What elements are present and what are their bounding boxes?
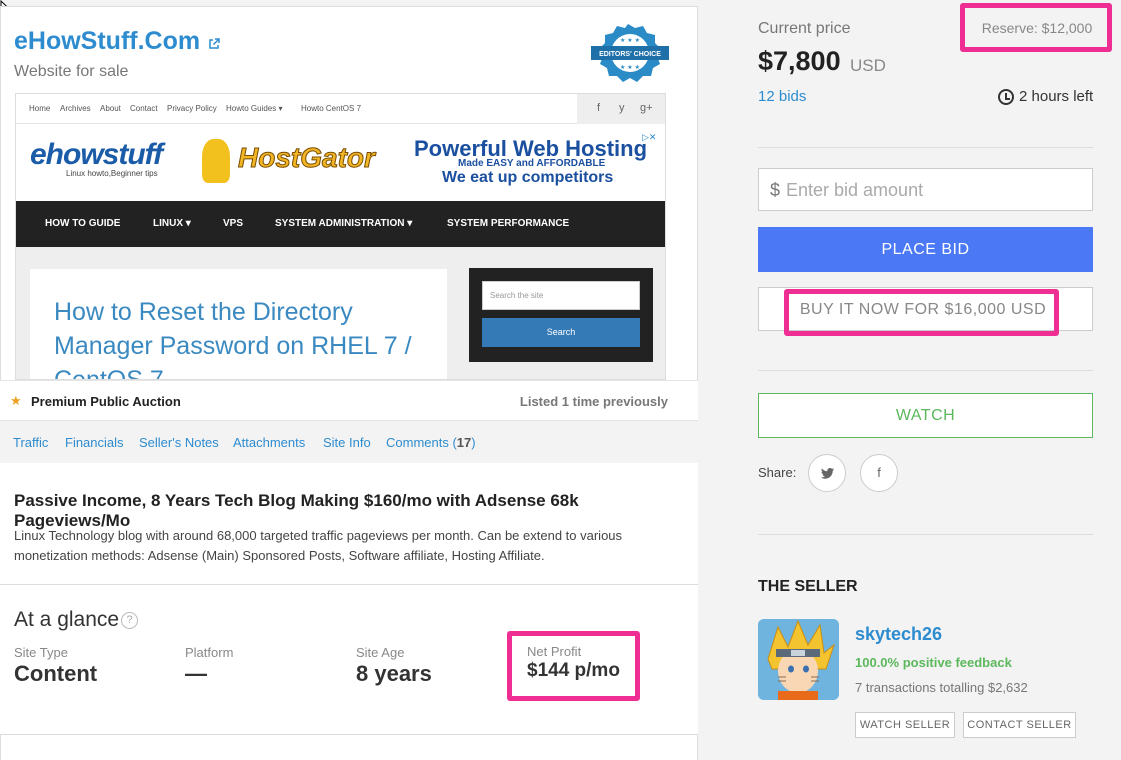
price-currency: USD [850, 56, 886, 75]
external-link-icon[interactable] [208, 38, 220, 50]
star-icon: ★ [10, 393, 22, 408]
site-preview-image[interactable]: Home Archives About Contact Privacy Poli… [15, 93, 666, 380]
divider [758, 370, 1093, 371]
share-label: Share: [758, 465, 797, 480]
preview-banner: ehowstuff Linux howto,Beginner tips Host… [16, 124, 665, 201]
tab-sellers-notes[interactable]: Seller's Notes [139, 435, 219, 450]
preview-top-nav: Home Archives About Contact Privacy Poli… [16, 94, 665, 124]
clock-icon [998, 89, 1014, 105]
platform-value: — [185, 661, 207, 686]
site-type-value: Content [14, 661, 98, 686]
tab-traffic[interactable]: Traffic [13, 435, 48, 450]
site-type-label: Site Type [14, 645, 68, 660]
listing-description: Linux Technology blog with around 68,000… [14, 528, 623, 563]
reserve-highlight [960, 3, 1112, 52]
editors-choice-badge-icon: EDITORS' CHOICE ★ ★ ★ ★ ★ ★ [591, 24, 669, 82]
listing-description-section: Passive Income, 8 Years Tech Blog Making… [0, 463, 698, 585]
facebook-share-icon[interactable]: f [860, 454, 898, 492]
site-age-label: Site Age [356, 645, 405, 660]
platform-label: Platform [185, 645, 234, 660]
divider [758, 147, 1093, 148]
svg-text:★ ★ ★: ★ ★ ★ [620, 37, 640, 44]
help-icon[interactable]: ? [121, 612, 138, 629]
badge-text: EDITORS' CHOICE [599, 51, 661, 58]
contact-seller-button[interactable]: CONTACT SELLER [963, 712, 1076, 738]
buy-now-highlight [784, 289, 1059, 336]
dollar-sign: $ [770, 180, 781, 200]
net-profit-highlight [507, 631, 640, 701]
listing-subtitle: Website for sale [14, 63, 129, 80]
listed-previously: Listed 1 time previously [519, 394, 668, 409]
divider [758, 534, 1093, 535]
seller-feedback: 100.0% positive feedback [855, 655, 1012, 670]
tab-site-info[interactable]: Site Info [323, 435, 371, 450]
current-price-label: Current price [758, 20, 851, 37]
place-bid-button[interactable]: PLACE BID [758, 227, 1093, 272]
bids-link[interactable]: 12 bids [758, 88, 806, 105]
time-left: 2 hours left [1019, 88, 1094, 105]
tab-financials[interactable]: Financials [65, 435, 124, 450]
listing-tabs: Traffic Financials Seller's Notes Attach… [0, 421, 698, 463]
site-title-link[interactable]: eHowStuff.Com [14, 27, 200, 56]
svg-text:★ ★ ★: ★ ★ ★ [620, 64, 640, 71]
auction-type: Premium Public Auction [31, 394, 181, 409]
watch-seller-button[interactable]: WATCH SELLER [855, 712, 955, 738]
glance-title: At a glance [14, 608, 120, 631]
seller-avatar[interactable] [758, 619, 839, 700]
current-price: $7,800 [758, 46, 841, 76]
seller-name-link[interactable]: skytech26 [855, 624, 942, 645]
listing-title: Passive Income, 8 Years Tech Blog Making… [14, 491, 579, 530]
auction-info-row: ★ Premium Public Auction Listed 1 time p… [0, 380, 698, 421]
twitter-share-icon[interactable] [808, 454, 846, 492]
seller-heading: THE SELLER [758, 578, 858, 595]
site-age-value: 8 years [356, 661, 432, 686]
bid-amount-placeholder: Enter bid amount [786, 180, 924, 200]
tab-attachments[interactable]: Attachments [233, 435, 305, 450]
preview-menu: HOW TO GUIDE LINUX ▾ VPS SYSTEM ADMINIST… [16, 201, 665, 247]
seller-transactions: 7 transactions totalling $2,632 [855, 680, 1028, 695]
watch-button[interactable]: WATCH [758, 393, 1093, 438]
tab-comments[interactable]: Comments (17) [386, 435, 476, 450]
comments-count: 17 [456, 435, 472, 450]
